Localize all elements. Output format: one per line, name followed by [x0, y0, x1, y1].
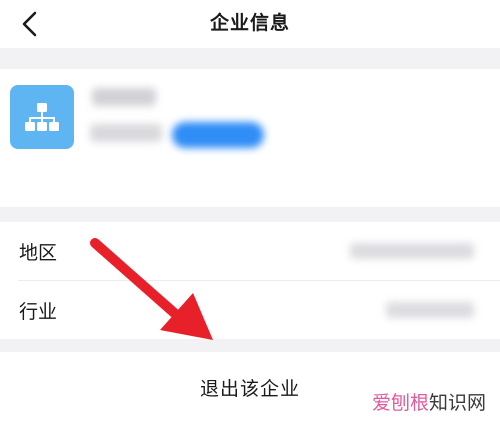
watermark-text-2: 知识网	[428, 392, 486, 414]
region-label: 地区	[19, 241, 58, 264]
company-logo	[10, 85, 74, 149]
watermark: 爱刨根 知识网	[372, 388, 486, 415]
company-subtitle-blurred	[90, 124, 162, 142]
info-list: 地区 行业	[0, 222, 500, 339]
industry-value-blurred	[386, 302, 474, 318]
info-row-region[interactable]: 地区	[0, 222, 500, 281]
org-chart-icon	[25, 103, 59, 131]
navbar: 企业信息	[0, 0, 500, 48]
region-value-blurred	[350, 243, 474, 259]
watermark-text-1: 爱刨根	[371, 392, 429, 414]
screen: 企业信息 地区 行业 退出该企业 爱刨根 知识网	[0, 0, 500, 423]
company-name-blurred	[92, 88, 156, 106]
company-card[interactable]	[0, 69, 500, 207]
info-row-industry[interactable]: 行业	[0, 281, 500, 339]
page-title: 企业信息	[209, 11, 290, 34]
industry-label: 行业	[19, 300, 58, 323]
company-badge-blurred[interactable]	[172, 122, 264, 148]
